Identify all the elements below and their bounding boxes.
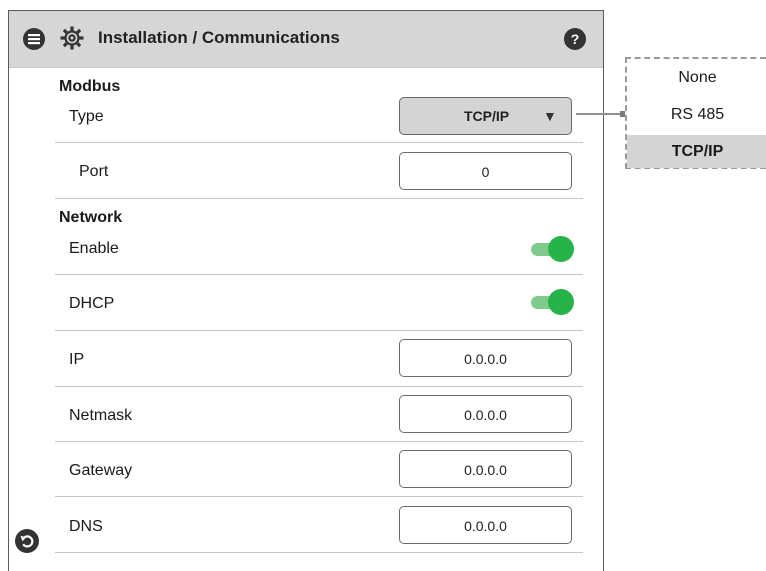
enable-label: Enable xyxy=(69,240,119,257)
type-select[interactable]: TCP/IP ▼ xyxy=(399,97,572,135)
communications-panel: Installation / Communications ? Modbus T… xyxy=(8,10,604,571)
type-label: Type xyxy=(69,108,104,125)
divider xyxy=(55,552,583,553)
dns-input[interactable]: 0.0.0.0 xyxy=(399,506,572,544)
ip-label: IP xyxy=(69,351,85,368)
ip-input-value: 0.0.0.0 xyxy=(464,351,507,367)
caret-down-icon: ▼ xyxy=(543,108,557,124)
enable-toggle[interactable] xyxy=(529,236,574,262)
help-icon[interactable]: ? xyxy=(564,28,586,50)
dns-label: DNS xyxy=(69,518,103,535)
dropdown-option-rs485[interactable]: RS 485 xyxy=(627,106,766,124)
port-label: Port xyxy=(79,163,109,180)
gateway-input-value: 0.0.0.0 xyxy=(464,462,507,478)
dropdown-connector-line xyxy=(576,113,622,115)
divider xyxy=(55,496,583,497)
port-input-value: 0 xyxy=(481,164,490,180)
divider xyxy=(55,330,583,331)
panel-header: Installation / Communications ? xyxy=(9,11,603,68)
gear-icon xyxy=(60,26,84,50)
netmask-input-value: 0.0.0.0 xyxy=(464,407,507,423)
modbus-section-title: Modbus xyxy=(59,78,121,95)
network-section-title: Network xyxy=(59,209,123,226)
dropdown-option-none[interactable]: None xyxy=(627,69,766,87)
back-icon[interactable] xyxy=(15,529,39,553)
gateway-input[interactable]: 0.0.0.0 xyxy=(399,450,572,488)
toggle-knob xyxy=(548,236,574,262)
dropdown-option-tcpip[interactable]: TCP/IP xyxy=(627,135,766,168)
dhcp-label: DHCP xyxy=(69,295,115,312)
divider xyxy=(55,441,583,442)
page-title: Installation / Communications xyxy=(98,28,340,47)
menu-icon[interactable] xyxy=(23,28,45,50)
divider xyxy=(55,274,583,275)
type-dropdown-list: None RS 485 TCP/IP xyxy=(625,57,766,169)
ip-input[interactable]: 0.0.0.0 xyxy=(399,339,572,377)
toggle-knob xyxy=(548,289,574,315)
svg-text:?: ? xyxy=(571,31,580,47)
divider xyxy=(55,198,583,199)
gateway-label: Gateway xyxy=(69,462,133,479)
netmask-label: Netmask xyxy=(69,407,133,424)
divider xyxy=(55,386,583,387)
divider xyxy=(55,142,583,143)
dhcp-toggle[interactable] xyxy=(529,289,574,315)
port-input[interactable]: 0 xyxy=(399,152,572,190)
netmask-input[interactable]: 0.0.0.0 xyxy=(399,395,572,433)
dns-input-value: 0.0.0.0 xyxy=(464,518,507,534)
